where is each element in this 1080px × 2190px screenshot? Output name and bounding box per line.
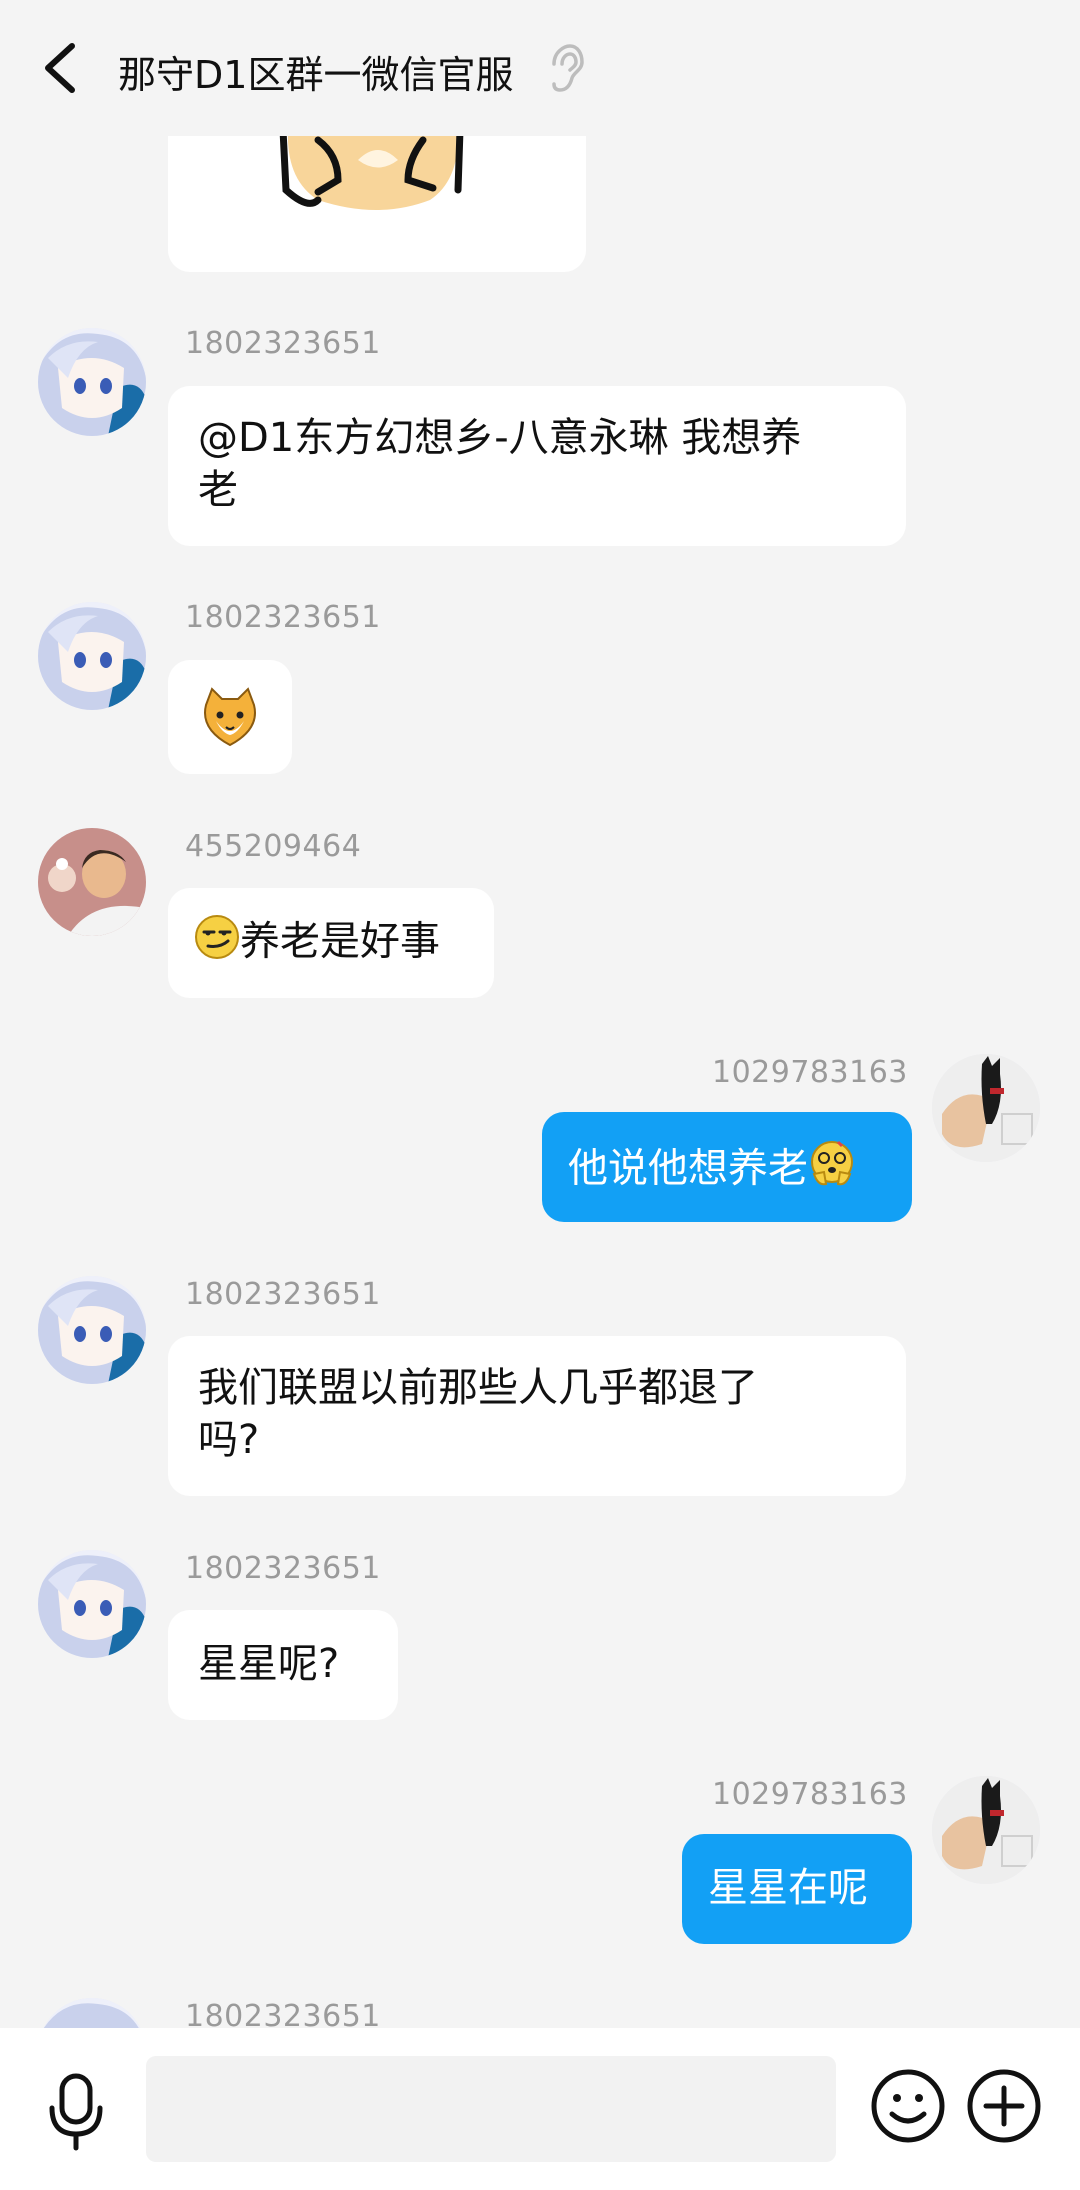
anime-girl-avatar-image (38, 1276, 146, 1384)
text-message[interactable]: 我们联盟以前那些人几乎都退了 吗? (168, 1336, 906, 1496)
sender-name: 1802323651 (185, 1277, 381, 1312)
message-text: 他说他想养老 (568, 1145, 808, 1192)
message-text-line-2: 老 (198, 467, 238, 513)
smiley-icon[interactable] (870, 2068, 946, 2144)
anime-girl-avatar-image (38, 1998, 146, 2028)
sender-name: 1802323651 (185, 1551, 381, 1586)
message-text: 星星在呢 (708, 1865, 868, 1911)
back-chevron-icon[interactable] (40, 40, 80, 96)
chat-title: 那守D1区群一微信官服 (118, 53, 514, 97)
sender-name: 1802323651 (185, 326, 381, 361)
avatar-anime-girl[interactable] (38, 1998, 146, 2028)
avatar-anime-girl[interactable] (38, 328, 146, 436)
microphone-icon[interactable] (44, 2072, 108, 2152)
message-input[interactable] (146, 2056, 836, 2162)
sender-name: 1802323651 (185, 600, 381, 635)
self-avatar-image (932, 1054, 1040, 1162)
avatar-anime-girl[interactable] (38, 1276, 146, 1384)
message-text: 星星呢? (198, 1641, 340, 1687)
my-text-message[interactable]: 他说他想养老 (542, 1112, 912, 1222)
avatar-boy-photo[interactable] (38, 828, 146, 936)
sender-name: 1029783163 (712, 1777, 908, 1812)
text-message[interactable]: 星星呢? (168, 1610, 398, 1720)
message-list[interactable]: 1802323651 @D1东方幻想乡-八意永琳 我想养 老 180232365… (0, 0, 1080, 2028)
avatar-self-cat-drawing[interactable] (932, 1776, 1040, 1884)
avatar-anime-girl[interactable] (38, 602, 146, 710)
text-message[interactable]: 养老是好事 (168, 888, 494, 998)
sender-name: 1802323651 (185, 1999, 381, 2028)
message-text: 养老是好事 (240, 918, 440, 965)
message-text-line-1: 我们联盟以前那些人几乎都退了 (198, 1365, 758, 1411)
anime-girl-avatar-image (38, 1550, 146, 1658)
cat-emoji-icon (204, 687, 256, 747)
sender-name: 455209464 (185, 829, 362, 864)
message-text-line-1: @D1东方幻想乡-八意永琳 我想养 (198, 415, 802, 461)
top-bar: 那守D1区群一微信官服 (0, 0, 1080, 136)
anime-girl-avatar-image (38, 602, 146, 710)
boy-avatar-image (38, 828, 146, 936)
self-avatar-image (932, 1776, 1040, 1884)
sender-name: 1029783163 (712, 1055, 908, 1090)
avatar-anime-girl[interactable] (38, 1550, 146, 1658)
input-bar (0, 2028, 1080, 2190)
anime-girl-avatar-image (38, 328, 146, 436)
ear-icon[interactable] (548, 44, 584, 94)
avatar-self-cat-drawing[interactable] (932, 1054, 1040, 1162)
dizzy-hands-emoji-icon (808, 1140, 856, 1201)
text-message[interactable]: @D1东方幻想乡-八意永琳 我想养 老 (168, 386, 906, 546)
message-text-line-2: 吗? (198, 1417, 260, 1463)
smirk-emoji-icon (194, 914, 240, 973)
emoji-message[interactable] (168, 660, 292, 774)
my-text-message[interactable]: 星星在呢 (682, 1834, 912, 1944)
plus-circle-icon[interactable] (966, 2068, 1042, 2144)
